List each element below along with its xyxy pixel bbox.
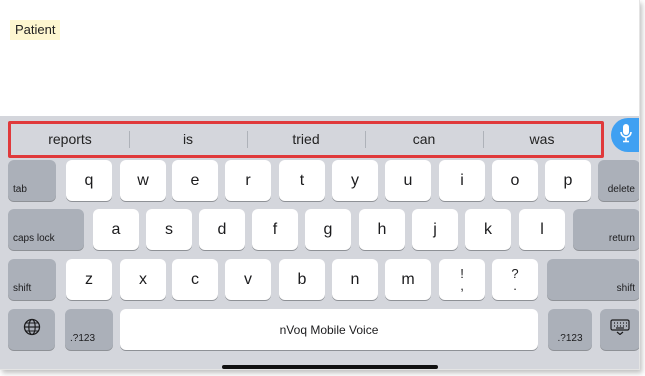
text-editor[interactable]: Patient xyxy=(0,0,639,116)
editor-text: Patient xyxy=(10,20,61,40)
key-y[interactable]: y xyxy=(332,160,378,201)
microphone-icon xyxy=(619,123,633,148)
key-g[interactable]: g xyxy=(305,209,351,250)
key-a[interactable]: a xyxy=(93,209,139,250)
key-f[interactable]: f xyxy=(252,209,298,250)
keyboard: reports is tried can was tab q w e r t y… xyxy=(0,116,639,369)
key-t[interactable]: t xyxy=(279,160,325,201)
app-frame: Patient reports is tried can was tab q w… xyxy=(0,0,640,370)
shift-left-key[interactable]: shift xyxy=(8,259,56,300)
numbers-right-key[interactable]: .?123 xyxy=(548,309,592,350)
key-s[interactable]: s xyxy=(146,209,192,250)
prediction-5[interactable]: was xyxy=(483,124,601,155)
keyboard-dismiss-icon xyxy=(610,319,630,340)
keyboard-dismiss-key[interactable] xyxy=(600,309,639,350)
tab-key[interactable]: tab xyxy=(8,160,56,201)
key-p[interactable]: p xyxy=(545,160,591,201)
microphone-button[interactable] xyxy=(611,118,639,152)
key-d[interactable]: d xyxy=(199,209,245,250)
key-u[interactable]: u xyxy=(385,160,431,201)
prediction-4[interactable]: can xyxy=(365,124,483,155)
key-q[interactable]: q xyxy=(66,160,112,201)
key-e[interactable]: e xyxy=(172,160,218,201)
prediction-bar: reports is tried can was xyxy=(8,121,604,158)
key-comma-label: , xyxy=(460,277,464,293)
key-c[interactable]: c xyxy=(172,259,218,300)
delete-key[interactable]: delete xyxy=(598,160,639,201)
key-i[interactable]: i xyxy=(439,160,485,201)
key-h[interactable]: h xyxy=(359,209,405,250)
key-question-period[interactable]: ? . xyxy=(492,259,538,300)
key-b[interactable]: b xyxy=(279,259,325,300)
key-period-label: . xyxy=(513,277,517,293)
caps-lock-key[interactable]: caps lock xyxy=(8,209,84,250)
prediction-1[interactable]: reports xyxy=(11,124,129,155)
prediction-3[interactable]: tried xyxy=(247,124,365,155)
numbers-left-key[interactable]: .?123 xyxy=(65,309,113,350)
globe-key[interactable] xyxy=(8,309,55,350)
space-bar[interactable]: nVoq Mobile Voice xyxy=(120,309,538,350)
key-exclaim-comma[interactable]: ! , xyxy=(439,259,485,300)
key-j[interactable]: j xyxy=(412,209,458,250)
key-r[interactable]: r xyxy=(225,160,271,201)
key-l[interactable]: l xyxy=(519,209,565,250)
prediction-2[interactable]: is xyxy=(129,124,247,155)
key-x[interactable]: x xyxy=(120,259,166,300)
key-o[interactable]: o xyxy=(492,160,538,201)
key-m[interactable]: m xyxy=(385,259,431,300)
key-n[interactable]: n xyxy=(332,259,378,300)
globe-icon xyxy=(23,318,41,341)
return-key[interactable]: return xyxy=(573,209,639,250)
home-indicator xyxy=(222,365,438,369)
key-w[interactable]: w xyxy=(120,160,166,201)
key-k[interactable]: k xyxy=(465,209,511,250)
shift-right-key[interactable]: shift xyxy=(547,259,639,300)
key-v[interactable]: v xyxy=(225,259,271,300)
key-z[interactable]: z xyxy=(66,259,112,300)
